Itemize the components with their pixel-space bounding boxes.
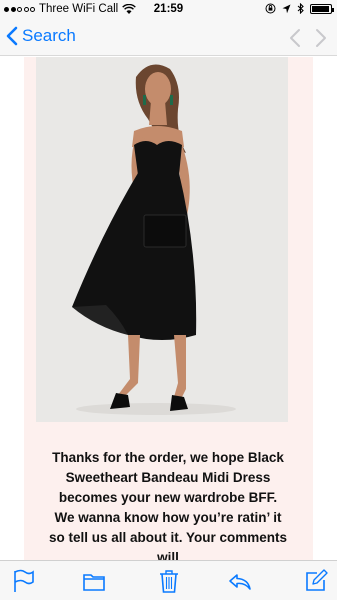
battery-icon: [310, 3, 334, 14]
back-to-search-button[interactable]: Search: [6, 26, 76, 46]
navigation-bar: Search: [0, 20, 337, 56]
status-bar: Three WiFi Call 21:59: [0, 0, 337, 20]
bottom-toolbar: [0, 560, 337, 600]
orientation-lock-icon: [265, 3, 276, 14]
model-in-black-dress-image: [36, 57, 288, 422]
product-photo[interactable]: [36, 57, 288, 422]
battery-fill: [312, 5, 329, 12]
reply-icon[interactable]: [227, 568, 253, 594]
chevron-left-icon: [6, 26, 18, 46]
bluetooth-icon: [297, 3, 304, 14]
flag-icon[interactable]: [9, 568, 35, 594]
location-icon: [282, 4, 291, 13]
status-indicators: [265, 3, 334, 14]
folder-icon[interactable]: [81, 568, 107, 594]
trash-icon[interactable]: [156, 568, 182, 594]
previous-message-chevron-up-icon[interactable]: [289, 28, 301, 48]
next-message-chevron-down-icon[interactable]: [315, 28, 327, 48]
email-body[interactable]: Thanks for the order, we hope Black Swee…: [0, 57, 337, 560]
message-navigation: [289, 28, 327, 48]
compose-icon[interactable]: [303, 568, 329, 594]
order-confirmation-message: Thanks for the order, we hope Black Swee…: [48, 450, 288, 560]
back-label: Search: [22, 26, 76, 45]
